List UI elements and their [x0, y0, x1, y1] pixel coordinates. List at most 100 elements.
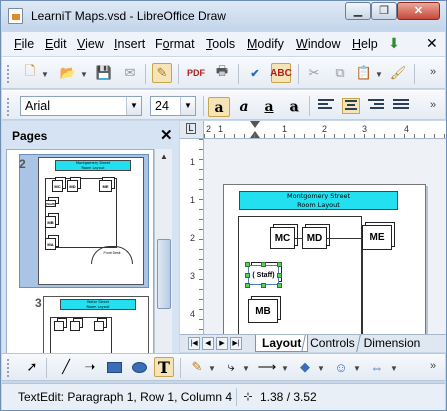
open-folder-icon[interactable]: 📂: [58, 63, 78, 83]
menu-format[interactable]: Format: [155, 37, 195, 51]
align-right-icon[interactable]: [368, 99, 384, 113]
chevron-down-icon[interactable]: ▼: [180, 97, 195, 115]
line-arrow-icon[interactable]: ➝: [80, 357, 100, 377]
menu-tools[interactable]: Tools: [206, 37, 235, 51]
paste-dropdown-icon[interactable]: ▼: [375, 70, 383, 79]
underline-button[interactable]: a: [258, 97, 280, 117]
pages-scrollbar[interactable]: ▲ ▼: [154, 149, 172, 381]
autospellcheck-icon[interactable]: ABC: [270, 63, 292, 83]
tab-layout[interactable]: Layout: [255, 335, 309, 352]
text-tool-icon[interactable]: T: [154, 357, 174, 377]
maximize-button[interactable]: ❐: [371, 2, 397, 20]
menu-insert[interactable]: Insert: [114, 37, 145, 51]
horizontal-ruler[interactable]: 2 1 1 2 3 4: [204, 121, 446, 139]
drawing-canvas[interactable]: Montgomery Street Room Layout MC MD ME (…: [205, 140, 446, 334]
curve-tool-icon[interactable]: ✎: [187, 357, 207, 377]
email-icon[interactable]: ✉: [120, 63, 140, 83]
update-download-icon[interactable]: ⬇: [384, 33, 404, 53]
room-me[interactable]: ME: [362, 225, 392, 250]
scrollbar-thumb[interactable]: [157, 239, 171, 309]
new-dropdown-icon[interactable]: ▼: [41, 70, 49, 79]
print-icon[interactable]: 🖶: [212, 63, 232, 83]
menu-window[interactable]: Window: [296, 37, 340, 51]
shadow-button[interactable]: a: [283, 97, 305, 117]
rectangle-icon[interactable]: [104, 357, 124, 377]
block-arrows-icon[interactable]: ⇔: [367, 357, 387, 377]
first-tab-icon[interactable]: |◀: [188, 337, 200, 350]
selection-handle[interactable]: [261, 283, 266, 288]
font-size-combo[interactable]: 24 ▼: [150, 96, 196, 116]
scroll-up-icon[interactable]: ▲: [156, 149, 172, 165]
room-md[interactable]: MD: [302, 227, 327, 249]
new-document-icon[interactable]: 🗋: [20, 63, 40, 83]
align-center-icon[interactable]: [342, 98, 360, 114]
last-tab-icon[interactable]: ▶|: [230, 337, 242, 350]
page-sheet[interactable]: Montgomery Street Room Layout MC MD ME (…: [223, 184, 426, 334]
symbols-dropdown-icon[interactable]: ▼: [353, 364, 361, 373]
arrows-dropdown-icon[interactable]: ▼: [390, 364, 398, 373]
lines-arrows-icon[interactable]: ⟶: [257, 357, 277, 377]
menu-modify[interactable]: Modify: [247, 37, 284, 51]
basic-shapes-icon[interactable]: ◆: [295, 357, 315, 377]
header-textbox[interactable]: Montgomery Street Room Layout: [239, 191, 398, 210]
toolbar-overflow-icon[interactable]: »: [430, 66, 436, 78]
close-window-button[interactable]: ✕: [397, 2, 440, 20]
page-thumbnail-list[interactable]: 2 Montgomery Street Room Layout MC MD ME…: [6, 149, 154, 381]
minimize-button[interactable]: ▁: [345, 2, 371, 20]
lines-dropdown-icon[interactable]: ▼: [281, 364, 289, 373]
tab-controls[interactable]: Controls: [301, 335, 363, 352]
selection-handle[interactable]: [261, 262, 266, 267]
indent-marker-icon[interactable]: [250, 121, 260, 128]
close-pages-panel-icon[interactable]: ✕: [160, 126, 173, 144]
selection-handle[interactable]: [277, 283, 282, 288]
tab-stop-icon[interactable]: L: [186, 123, 196, 134]
room-mc[interactable]: MC: [270, 227, 295, 249]
toolbar-separator: [180, 358, 181, 378]
toolbar-overflow-icon[interactable]: »: [430, 99, 436, 111]
clone-formatting-icon[interactable]: 🖌: [388, 63, 408, 83]
font-name-combo[interactable]: Arial ▼: [20, 96, 142, 116]
close-document-icon[interactable]: ✕: [426, 35, 438, 52]
line-tool-icon[interactable]: ╱: [56, 357, 76, 377]
menu-edit[interactable]: Edit: [45, 37, 67, 51]
chevron-down-icon[interactable]: ▼: [126, 97, 141, 115]
paste-icon[interactable]: 📋: [354, 63, 374, 83]
page-thumbnail-selected[interactable]: 2 Montgomery Street Room Layout MC MD ME…: [19, 154, 149, 288]
curve-dropdown-icon[interactable]: ▼: [208, 364, 216, 373]
menu-help[interactable]: Help: [352, 37, 378, 51]
next-tab-icon[interactable]: ▶: [216, 337, 228, 350]
menu-file[interactable]: File: [14, 37, 34, 51]
room-staff-textbox[interactable]: ( Staff): [248, 265, 279, 285]
save-icon[interactable]: 💾: [94, 63, 114, 83]
toolbar-grip[interactable]: [6, 64, 10, 84]
selection-handle[interactable]: [277, 262, 282, 267]
symbol-shapes-icon[interactable]: ☺: [331, 357, 351, 377]
italic-button[interactable]: a: [233, 97, 255, 117]
vertical-ruler[interactable]: 1 1 2 3 4: [180, 139, 204, 334]
selection-handle[interactable]: [245, 283, 250, 288]
selection-handle[interactable]: [277, 273, 282, 278]
edit-mode-icon[interactable]: ✎: [152, 63, 172, 83]
toolbar-overflow-icon[interactable]: »: [430, 360, 436, 372]
select-arrow-icon[interactable]: ➚: [22, 357, 42, 377]
connector-dropdown-icon[interactable]: ▼: [242, 364, 250, 373]
connector-tool-icon[interactable]: ⤷: [221, 357, 241, 377]
open-dropdown-icon[interactable]: ▼: [80, 70, 88, 79]
prev-tab-icon[interactable]: ◀: [202, 337, 214, 350]
menu-view[interactable]: View: [77, 37, 104, 51]
bold-button[interactable]: a: [208, 97, 230, 117]
align-left-icon[interactable]: [318, 99, 334, 113]
tab-dimension-lines[interactable]: Dimension Lines: [356, 335, 446, 352]
selection-handle[interactable]: [245, 273, 250, 278]
align-justify-icon[interactable]: [393, 99, 409, 113]
toolbar-grip[interactable]: [6, 358, 10, 378]
shapes-dropdown-icon[interactable]: ▼: [317, 364, 325, 373]
export-pdf-icon[interactable]: PDF: [186, 63, 206, 83]
copy-icon[interactable]: ⧉: [330, 63, 350, 83]
room-mb[interactable]: MB: [248, 299, 278, 323]
ellipse-icon[interactable]: [129, 357, 149, 377]
cut-icon[interactable]: ✂: [304, 63, 324, 83]
selection-handle[interactable]: [245, 262, 250, 267]
spellcheck-icon[interactable]: ✔: [245, 63, 265, 83]
toolbar-grip[interactable]: [6, 97, 10, 117]
